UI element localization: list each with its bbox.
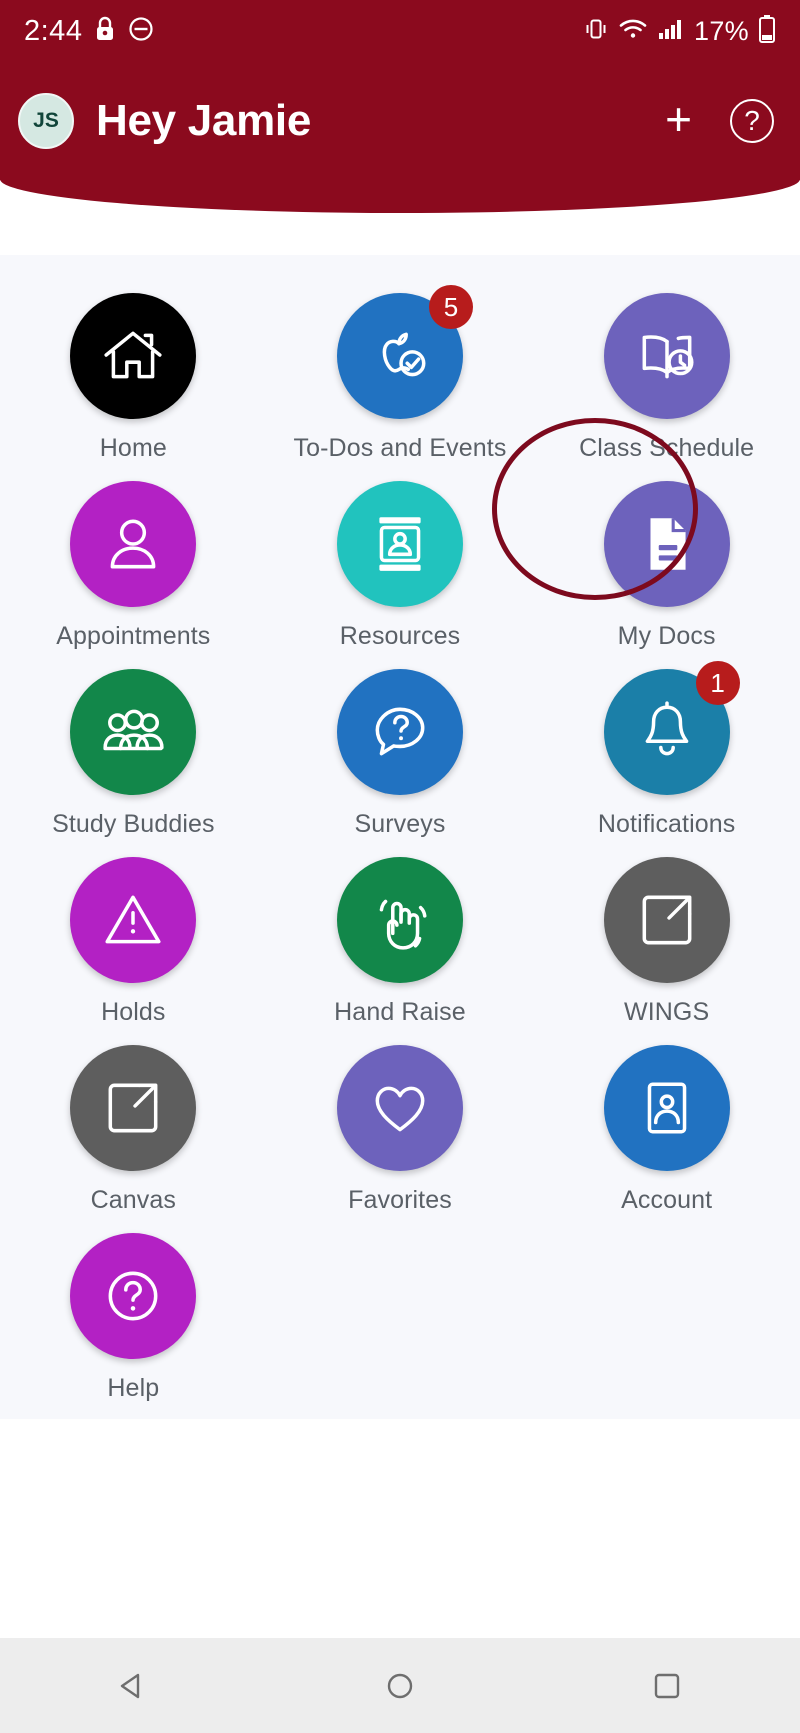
app-tile-bubble-wrap: [603, 481, 730, 607]
app-tile-canvas[interactable]: Canvas: [0, 1033, 267, 1215]
system-navigation-bar: [0, 1638, 800, 1733]
avatar[interactable]: JS: [18, 93, 74, 149]
app-tile-bubble-wrap: [70, 1233, 197, 1359]
app-tile-surveys[interactable]: Surveys: [267, 657, 534, 839]
app-tile-bubble-wrap: [336, 481, 463, 607]
back-triangle-icon: [121, 1673, 140, 1698]
header-curve-decoration: [0, 179, 800, 213]
app-tile-bubble-wrap: [336, 1045, 463, 1171]
app-tile-label: Study Buddies: [52, 810, 215, 838]
app-tile-hand-raise[interactable]: Hand Raise: [267, 845, 534, 1027]
app-tile-label: Appointments: [56, 622, 211, 650]
app-tile-label: Account: [621, 1186, 713, 1214]
app-tile-label: Hand Raise: [334, 998, 466, 1026]
app-tile-bubble-wrap: [603, 1045, 730, 1171]
home-icon[interactable]: [70, 293, 197, 419]
app-tile-bubble-wrap: [336, 857, 463, 983]
app-tile-label: Notifications: [597, 810, 736, 838]
person-icon[interactable]: [70, 481, 197, 607]
app-tile-bubble-wrap: [70, 857, 197, 983]
document-icon[interactable]: [603, 481, 730, 607]
help-button[interactable]: ?: [730, 99, 774, 143]
app-tile-account[interactable]: Account: [533, 1033, 800, 1215]
app-tile-study-buddies[interactable]: Study Buddies: [0, 657, 267, 839]
app-tile-label: Home: [99, 434, 167, 462]
recents-button[interactable]: [607, 1638, 727, 1733]
battery-icon: [758, 14, 776, 49]
app-tile-my-docs[interactable]: My Docs: [533, 469, 800, 651]
app-header-actions: + ?: [665, 96, 774, 143]
heart-icon[interactable]: [336, 1045, 463, 1171]
cellular-signal-icon: [657, 16, 685, 47]
vibrate-icon: [583, 16, 609, 47]
app-tile-wings[interactable]: WINGS: [533, 845, 800, 1027]
add-button[interactable]: +: [665, 96, 692, 142]
app-tile-bubble-wrap: [70, 293, 197, 419]
avatar-initials: JS: [33, 109, 59, 132]
question-circle-icon[interactable]: [70, 1233, 197, 1359]
app-tile-favorites[interactable]: Favorites: [267, 1033, 534, 1215]
app-tile-bubble-wrap: [603, 857, 730, 983]
recents-square-icon: [654, 1673, 679, 1698]
app-tile-bubble-wrap: [336, 669, 463, 795]
app-tile-label: Favorites: [348, 1186, 452, 1214]
app-tile-help[interactable]: Help: [0, 1221, 267, 1403]
app-tile-bubble-wrap: [603, 293, 730, 419]
app-tile-holds[interactable]: Holds: [0, 845, 267, 1027]
page-title: Hey Jamie: [96, 96, 312, 145]
status-bar-left: 2:44: [24, 15, 154, 48]
app-tile-resources[interactable]: Resources: [267, 469, 534, 651]
app-tile-label: Class Schedule: [579, 434, 755, 462]
app-tile-label: To-Dos and Events: [293, 434, 507, 462]
status-bar-right: 17%: [583, 14, 776, 49]
contact-card-icon[interactable]: [603, 1045, 730, 1171]
app-tile-grid: Home 5 To-Dos and Events Class Schedule Appo…: [0, 255, 800, 1419]
status-bar: 2:44 17%: [0, 0, 800, 62]
app-tile-appointments[interactable]: Appointments: [0, 469, 267, 651]
raised-hand-icon[interactable]: [336, 857, 463, 983]
battery-percent-label: 17%: [694, 15, 749, 46]
lock-icon: [94, 16, 116, 47]
external-link-icon[interactable]: [603, 857, 730, 983]
app-tile-label: Canvas: [90, 1186, 177, 1214]
app-tile-label: Holds: [101, 998, 166, 1026]
app-tile-bubble-wrap: 5: [336, 285, 473, 419]
main-content: Home 5 To-Dos and Events Class Schedule Appo…: [0, 213, 800, 1633]
app-tile-class-schedule[interactable]: Class Schedule: [533, 281, 800, 463]
do-not-disturb-icon: [128, 16, 154, 47]
book-clock-icon[interactable]: [603, 293, 730, 419]
wifi-icon: [618, 16, 648, 47]
app-tile-bubble-wrap: 1: [603, 661, 740, 795]
app-tile-bubble-wrap: [70, 669, 197, 795]
id-card-icon[interactable]: [336, 481, 463, 607]
content-spacer: [0, 1419, 800, 1633]
help-button-label: ?: [744, 105, 760, 136]
question-bubble-icon[interactable]: [336, 669, 463, 795]
app-tile-notifications[interactable]: 1 Notifications: [533, 657, 800, 839]
app-tile-label: Help: [107, 1374, 160, 1402]
status-time: 2:44: [24, 14, 83, 47]
external-link-icon[interactable]: [70, 1045, 197, 1171]
app-tile-label: My Docs: [617, 622, 716, 650]
notification-badge: 1: [695, 661, 740, 705]
app-tile-bubble-wrap: [70, 481, 197, 607]
home-circle-icon: [387, 1673, 413, 1698]
app-tile-label: WINGS: [624, 998, 710, 1026]
notification-badge: 5: [428, 285, 473, 329]
warning-triangle-icon[interactable]: [70, 857, 197, 983]
home-button[interactable]: [340, 1638, 460, 1733]
app-tile-label: Surveys: [354, 810, 446, 838]
app-tile-bubble-wrap: [70, 1045, 197, 1171]
people-group-icon[interactable]: [70, 669, 197, 795]
back-button[interactable]: [73, 1638, 193, 1733]
app-tile-home[interactable]: Home: [0, 281, 267, 463]
app-header: JS Hey Jamie + ?: [0, 62, 800, 180]
app-tile-label: Resources: [339, 622, 461, 650]
app-tile-to-dos-and-events[interactable]: 5 To-Dos and Events: [267, 281, 534, 463]
